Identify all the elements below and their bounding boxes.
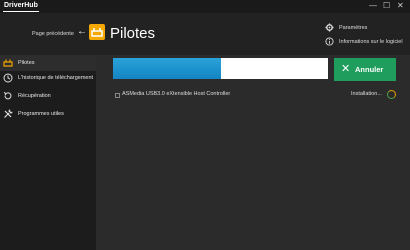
sidebar-item-download-history[interactable]: L'historique de téléchargement — [0, 70, 96, 86]
gear-icon[interactable] — [325, 23, 334, 32]
driver-status: Installation... — [351, 91, 382, 97]
page-title: Pilotes — [110, 25, 156, 42]
driver-row[interactable]: ASMedia USB3.0 eXtensible Host Controlle… — [113, 88, 396, 102]
recovery-icon — [3, 92, 12, 100]
close-button[interactable]: ✕ — [397, 1, 404, 11]
cancel-label: Annuler — [355, 65, 384, 74]
cancel-button[interactable]: ✕ Annuler — [334, 58, 396, 81]
drivers-title-icon — [89, 24, 105, 40]
settings-link[interactable]: Paramètres — [339, 25, 367, 31]
back-arrow-icon[interactable]: ← — [77, 26, 87, 38]
app-logo: DriverHub — [3, 1, 39, 12]
tools-icon — [4, 109, 13, 118]
info-icon[interactable] — [325, 37, 334, 46]
driver-name: ASMedia USB3.0 eXtensible Host Controlle… — [122, 91, 231, 97]
driver-checkbox[interactable] — [115, 93, 120, 98]
sidebar-item-recovery[interactable]: Récupération — [0, 88, 96, 104]
main-content — [96, 55, 410, 250]
software-info-link[interactable]: Informations sur le logiciel — [339, 39, 403, 45]
history-icon — [3, 73, 13, 83]
drivers-icon — [3, 59, 13, 67]
title-bar: DriverHub — ☐ ✕ — [0, 0, 410, 13]
spinner-icon — [387, 90, 396, 99]
maximize-button[interactable]: ☐ — [383, 1, 390, 11]
back-link[interactable]: Page précédente — [32, 31, 74, 37]
sidebar-item-drivers[interactable]: Pilotes — [0, 55, 96, 71]
sidebar-item-label: L'historique de téléchargement — [18, 75, 94, 81]
progress-fill — [113, 58, 221, 79]
progress-bar — [113, 58, 328, 79]
sidebar-item-label: Programmes utiles — [18, 111, 64, 117]
sidebar-item-label: Récupération — [18, 93, 51, 99]
sidebar-item-useful-programs[interactable]: Programmes utiles — [0, 106, 96, 122]
minimize-button[interactable]: — — [369, 1, 377, 11]
sidebar-item-label: Pilotes — [18, 60, 35, 66]
close-icon: ✕ — [341, 63, 351, 75]
